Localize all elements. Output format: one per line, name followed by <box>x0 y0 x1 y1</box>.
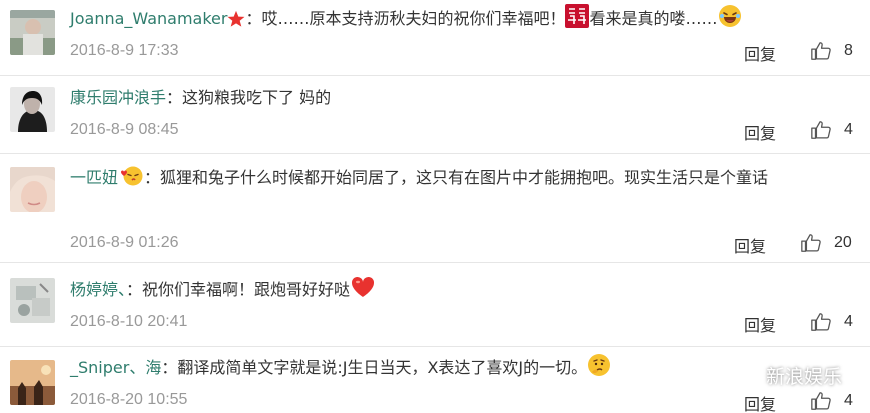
comment-body: 这狗粮我吃下了 妈的 <box>182 88 332 107</box>
comment-body: 翻译成简单文字就是说:J生日当天，X表达了喜欢J的一切。 <box>177 358 588 377</box>
like-button[interactable]: 4 <box>810 390 853 412</box>
comment-item: Joanna_Wanamaker ：哎……原本支持沥秋夫妇的祝你们幸福吧！ 看来是真… <box>0 0 870 76</box>
separator: ： <box>144 168 161 187</box>
separator: ： <box>126 280 143 299</box>
reply-button[interactable]: 回复 <box>744 391 776 413</box>
comment-body-part1: 哎……原本支持沥秋夫妇的祝你们幸福吧！ <box>261 9 566 28</box>
reply-button[interactable]: 回复 <box>744 120 776 144</box>
comment-text: Joanna_Wanamaker ：哎……原本支持沥秋夫妇的祝你们幸福吧！ 看来是真… <box>70 3 850 35</box>
reply-button[interactable]: 回复 <box>744 41 776 65</box>
timestamp: 2016-8-10 20:41 <box>70 313 188 330</box>
avatar[interactable] <box>10 360 55 405</box>
comment-item: 康乐园冲浪手：这狗粮我吃下了 妈的 2016-8-9 08:45 回复 4 <box>0 76 870 154</box>
watermark-label: 新浪娱乐 <box>765 366 842 388</box>
like-button[interactable]: 8 <box>810 40 853 62</box>
weibo-logo-icon <box>732 363 758 389</box>
thumbs-up-icon <box>810 40 832 62</box>
thumbs-up-icon <box>810 119 832 141</box>
timestamp: 2016-8-9 01:26 <box>70 234 179 251</box>
comment-body: 祝你们幸福啊！跟炮哥好好哒 <box>142 280 351 299</box>
like-button[interactable]: 4 <box>810 311 853 333</box>
watermark: 新浪娱乐 <box>732 362 842 389</box>
username-link[interactable]: 杨婷婷、 <box>70 280 126 299</box>
like-count: 4 <box>844 313 853 330</box>
thumbs-up-icon <box>800 232 822 254</box>
comment-text: 一匹妞 ：狐狸和兔子什么时候都开始同居了，这只有在图片中才能拥抱吧。现实生活只是个… <box>70 162 850 194</box>
avatar[interactable] <box>10 10 55 55</box>
separator: ： <box>161 358 178 377</box>
like-count: 20 <box>834 234 852 251</box>
comment-body: 狐狸和兔子什么时候都开始同居了，这只有在图片中才能拥抱吧。现实生活只是个童话 <box>160 168 769 187</box>
username-link[interactable]: 一匹妞 <box>70 168 118 187</box>
separator: ： <box>245 9 262 28</box>
thinking-emoji-icon <box>587 353 611 377</box>
timestamp: 2016-8-20 10:55 <box>70 391 188 408</box>
like-count: 8 <box>844 42 853 59</box>
like-count: 4 <box>844 392 853 409</box>
comment-item: 杨婷婷、：祝你们幸福啊！跟炮哥好好哒 2016-8-10 20:41 回复 4 <box>0 263 870 347</box>
username-link[interactable]: Joanna_Wanamaker <box>70 9 227 28</box>
avatar[interactable] <box>10 87 55 132</box>
comment-body-part2: 看来是真的喽…… <box>589 9 718 28</box>
laughing-emoji-icon <box>718 4 742 28</box>
double-happiness-icon <box>565 4 590 28</box>
comment-text: 康乐园冲浪手：这狗粮我吃下了 妈的 <box>70 82 850 114</box>
timestamp: 2016-8-9 08:45 <box>70 121 179 138</box>
like-button[interactable]: 4 <box>810 119 853 141</box>
like-button[interactable]: 20 <box>800 232 852 254</box>
like-count: 4 <box>844 121 853 138</box>
comment-item: 一匹妞 ：狐狸和兔子什么时候都开始同居了，这只有在图片中才能拥抱吧。现实生活只是个… <box>0 154 870 263</box>
comment-text: 杨婷婷、：祝你们幸福啊！跟炮哥好好哒 <box>70 274 850 306</box>
username-link[interactable]: _Sniper、海 <box>70 358 161 377</box>
reply-button[interactable]: 回复 <box>734 233 766 257</box>
avatar[interactable] <box>10 167 55 212</box>
avatar[interactable] <box>10 278 55 323</box>
reply-button[interactable]: 回复 <box>744 312 776 336</box>
thumbs-up-icon <box>810 390 832 412</box>
timestamp: 2016-8-9 17:33 <box>70 42 179 59</box>
kiss-emoji-icon <box>118 165 144 187</box>
red-star-icon <box>227 10 245 28</box>
separator: ： <box>166 88 183 107</box>
username-link[interactable]: 康乐园冲浪手 <box>70 88 166 107</box>
thumbs-up-icon <box>810 311 832 333</box>
red-heart-icon <box>350 275 376 299</box>
